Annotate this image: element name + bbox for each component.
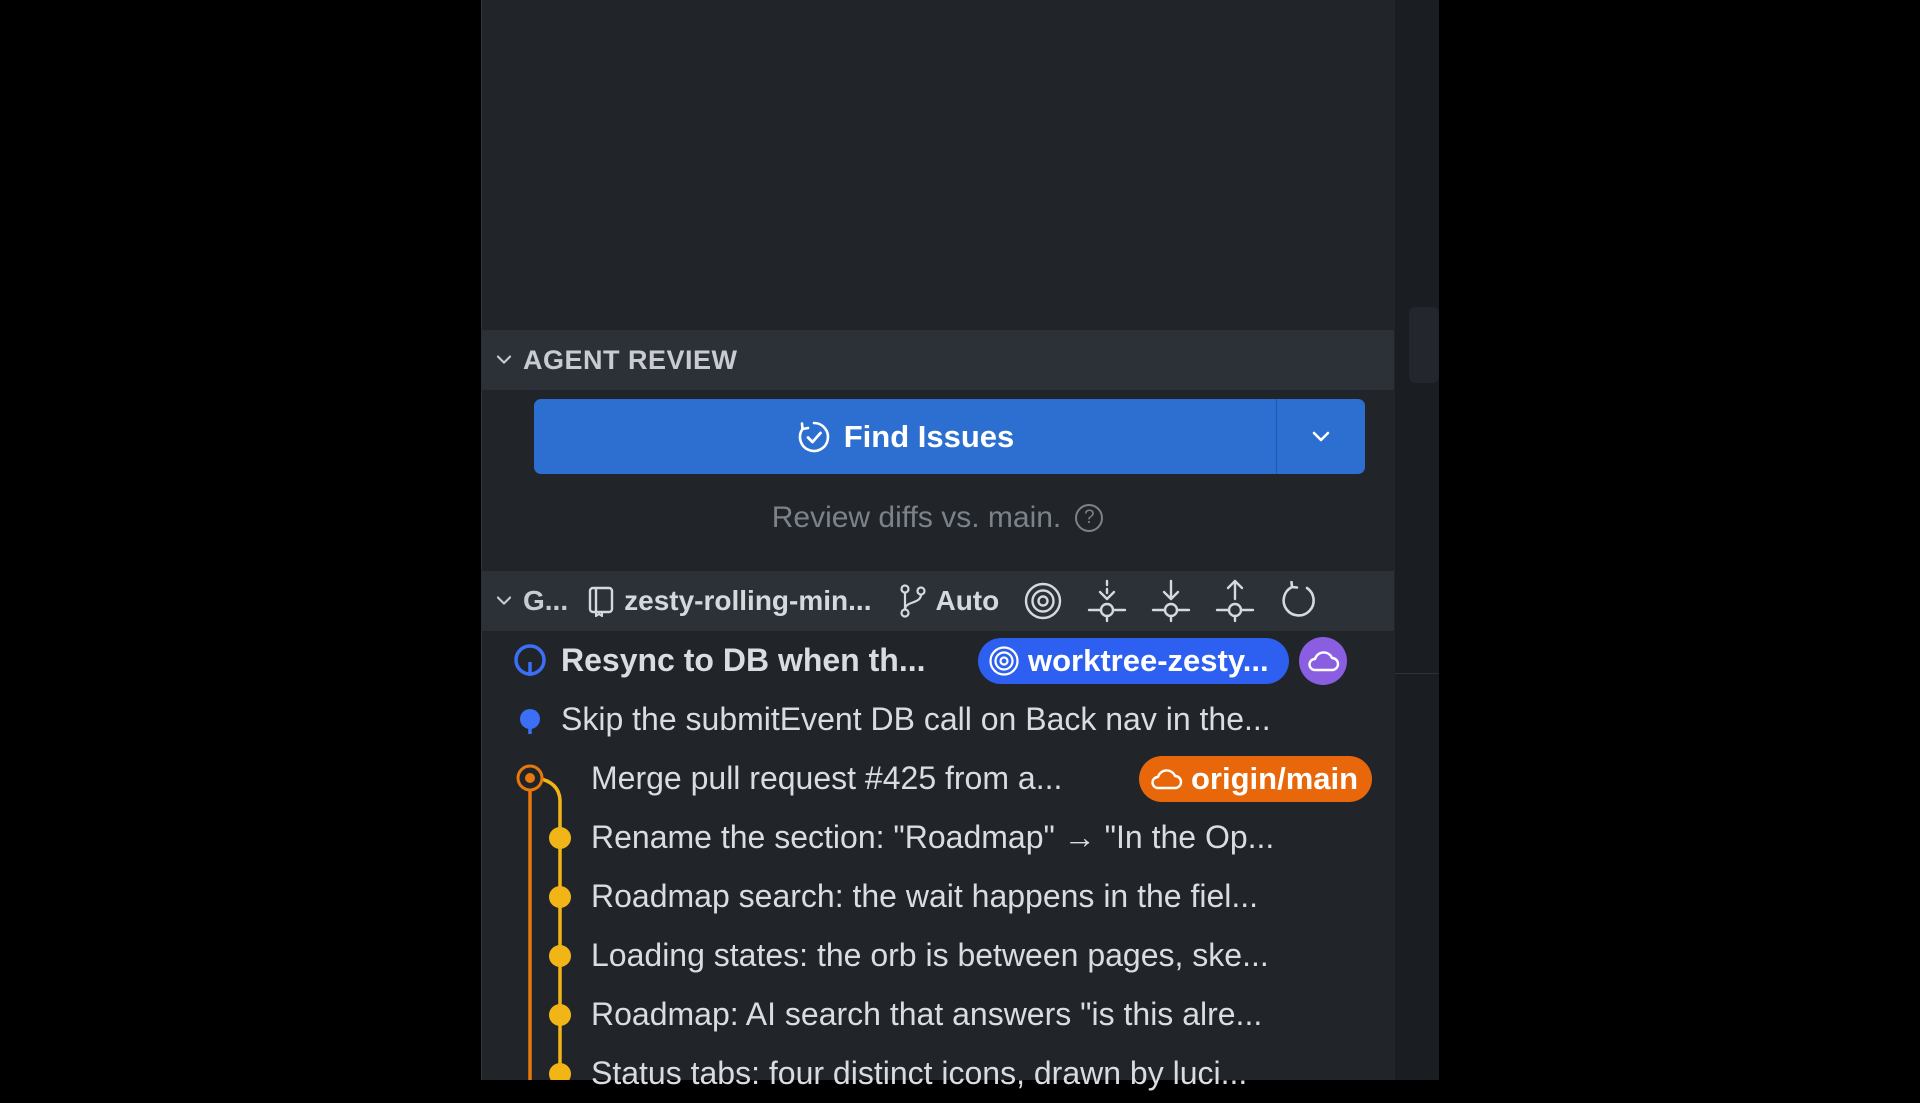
find-issues-icon: [796, 419, 832, 455]
agent-review-header[interactable]: AGENT REVIEW: [481, 330, 1394, 390]
worktree-selector[interactable]: zesty-rolling-min...: [586, 585, 871, 617]
cloud-icon: [1149, 767, 1183, 791]
commit-row[interactable]: Resync to DB when th... worktree-zesty..…: [481, 631, 1394, 690]
agent-review-title: AGENT REVIEW: [523, 344, 738, 375]
commit-row[interactable]: Status tabs: four distinct icons, drawn …: [481, 1044, 1394, 1103]
commit-row[interactable]: Loading states: the orb is between pages…: [481, 926, 1394, 985]
branch-mode-selector[interactable]: Auto: [899, 584, 999, 618]
commit-message: Roadmap search: the wait happens in the …: [591, 878, 1259, 914]
chevron-down-icon[interactable]: [497, 594, 511, 608]
cloud-icon[interactable]: [1298, 636, 1347, 685]
review-hint-text: Review diffs vs. main.: [771, 501, 1062, 534]
commit-message: Merge pull request #425 from a...: [591, 760, 1063, 796]
refresh-icon[interactable]: [1277, 579, 1321, 623]
commit-row[interactable]: Rename the section: "Roadmap" → "In the …: [481, 808, 1394, 867]
branch-icon: [899, 584, 927, 618]
git-section-title: G...: [523, 585, 569, 616]
find-issues-label: Find Issues: [843, 418, 1015, 454]
commit-message: Skip the submitEvent DB call on Back nav…: [561, 701, 1271, 737]
worktree-icon: [586, 585, 616, 617]
origin-main-label: origin/main: [1191, 760, 1359, 796]
commit-message: Rename the section: "Roadmap" → "In the …: [591, 819, 1275, 855]
gutter-divider: [1395, 673, 1439, 674]
scrollbar-gutter[interactable]: [1395, 0, 1439, 1080]
find-issues-dropdown-button[interactable]: [1276, 399, 1365, 474]
scrollbar-thumb[interactable]: [1409, 307, 1439, 383]
chevron-down-icon[interactable]: [497, 353, 511, 367]
worktree-branch-label: worktree-zesty...: [1028, 642, 1269, 678]
worktree-name: zesty-rolling-min...: [624, 585, 872, 616]
push-icon[interactable]: [1213, 579, 1257, 623]
dropdown-chevron-icon: [1312, 431, 1330, 443]
commit-row[interactable]: Roadmap: AI search that answers "is this…: [481, 985, 1394, 1044]
commit-row[interactable]: Skip the submitEvent DB call on Back nav…: [481, 690, 1394, 749]
commit-row[interactable]: Roadmap search: the wait happens in the …: [481, 867, 1394, 926]
commit-message: Loading states: the orb is between pages…: [591, 937, 1269, 973]
worktree-branch-badge[interactable]: worktree-zesty...: [978, 637, 1289, 684]
target-icon[interactable]: [1021, 579, 1065, 623]
help-icon[interactable]: ?: [1075, 504, 1104, 532]
commit-message: Resync to DB when th...: [561, 642, 926, 678]
branch-mode-label: Auto: [935, 585, 1000, 616]
review-hint: Review diffs vs. main. ?: [481, 496, 1394, 540]
target-icon: [988, 645, 1020, 677]
commit-message: Roadmap: AI search that answers "is this…: [591, 996, 1263, 1032]
git-section-header[interactable]: G... zesty-rolling-min... Auto: [481, 571, 1394, 631]
find-issues-button[interactable]: Find Issues: [534, 399, 1276, 474]
fetch-icon[interactable]: [1085, 579, 1129, 623]
pull-icon[interactable]: [1149, 579, 1193, 623]
origin-main-badge[interactable]: origin/main: [1139, 755, 1373, 802]
find-issues-split-button[interactable]: Find Issues: [534, 399, 1365, 474]
commit-row[interactable]: Merge pull request #425 from a... origin…: [481, 749, 1394, 808]
commit-message: Status tabs: four distinct icons, drawn …: [591, 1055, 1248, 1091]
